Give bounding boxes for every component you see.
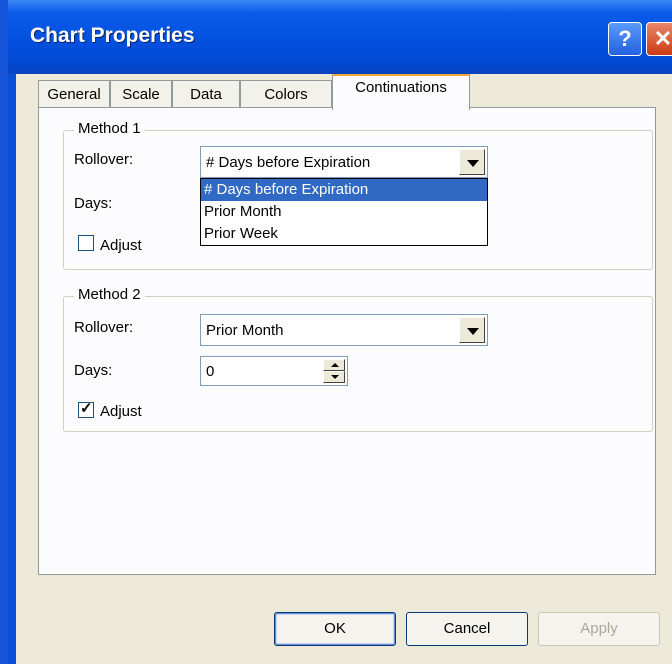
method1-rollover-value: # Days before Expiration: [206, 154, 371, 171]
method2-adjust-checkbox[interactable]: ✓: [78, 400, 94, 418]
dialog-client: General Scale Data Colors Continuations …: [16, 74, 672, 664]
method1-adjust-label: Adjust: [100, 237, 142, 254]
ok-button[interactable]: OK: [274, 612, 396, 646]
method1-rollover-dropdown-button[interactable]: [459, 149, 485, 175]
method2-group: Method 2 Rollover: Prior Month Days: 0 ✓…: [63, 286, 653, 432]
checkmark-icon: ✓: [80, 400, 93, 417]
chevron-down-icon: [467, 160, 479, 167]
method2-adjust-label: Adjust: [100, 403, 142, 420]
dropdown-option-prior-week[interactable]: Prior Week: [201, 223, 487, 245]
window-title: Chart Properties: [30, 24, 195, 47]
cancel-button[interactable]: Cancel: [406, 612, 528, 646]
method2-legend-text: Method 2: [78, 286, 141, 303]
method2-days-value: 0: [206, 363, 215, 380]
title-bar[interactable]: Chart Properties ? ✕: [8, 0, 672, 74]
method1-group: Method 1 Rollover: # Days before Expirat…: [63, 120, 653, 270]
apply-button[interactable]: Apply: [538, 612, 660, 646]
dropdown-option-prior-month[interactable]: Prior Month: [201, 201, 487, 223]
tab-colors[interactable]: Colors: [240, 80, 332, 108]
chevron-down-icon: [467, 328, 479, 335]
tab-panel-continuations: Method 1 Rollover: # Days before Expirat…: [38, 107, 656, 575]
method1-legend: Method 1: [74, 120, 145, 137]
method1-legend-text: Method 1: [78, 120, 141, 137]
method1-rollover-label: Rollover:: [74, 151, 134, 168]
method1-days-label: Days:: [74, 195, 113, 212]
close-button[interactable]: ✕: [646, 22, 672, 56]
method1-adjust-checkbox[interactable]: [78, 235, 94, 251]
method2-rollover-select[interactable]: Prior Month: [200, 314, 488, 346]
close-icon: ✕: [653, 26, 672, 51]
method2-legend: Method 2: [74, 286, 145, 303]
arrow-up-icon: [331, 363, 339, 367]
method2-rollover-value: Prior Month: [206, 322, 284, 339]
spinner-down-button[interactable]: [323, 371, 345, 383]
method1-rollover-select[interactable]: # Days before Expiration: [200, 146, 488, 178]
tab-data[interactable]: Data: [172, 80, 240, 108]
dialog-window: Chart Properties ? ✕ General Scale Data …: [0, 0, 672, 664]
tab-general[interactable]: General: [38, 80, 110, 108]
tab-scale[interactable]: Scale: [110, 80, 172, 108]
spinner-up-button[interactable]: [323, 359, 345, 371]
method1-rollover-dropdown-list: # Days before Expiration Prior Month Pri…: [200, 178, 488, 246]
method2-days-spinner[interactable]: 0: [200, 356, 348, 386]
method2-rollover-label: Rollover:: [74, 319, 134, 336]
method2-days-label: Days:: [74, 362, 113, 379]
help-button[interactable]: ?: [608, 22, 642, 56]
arrow-down-icon: [331, 375, 339, 379]
method2-rollover-dropdown-button[interactable]: [459, 317, 485, 343]
dropdown-option-days-before-expiration[interactable]: # Days before Expiration: [201, 179, 487, 201]
tab-continuations[interactable]: Continuations: [332, 74, 470, 110]
